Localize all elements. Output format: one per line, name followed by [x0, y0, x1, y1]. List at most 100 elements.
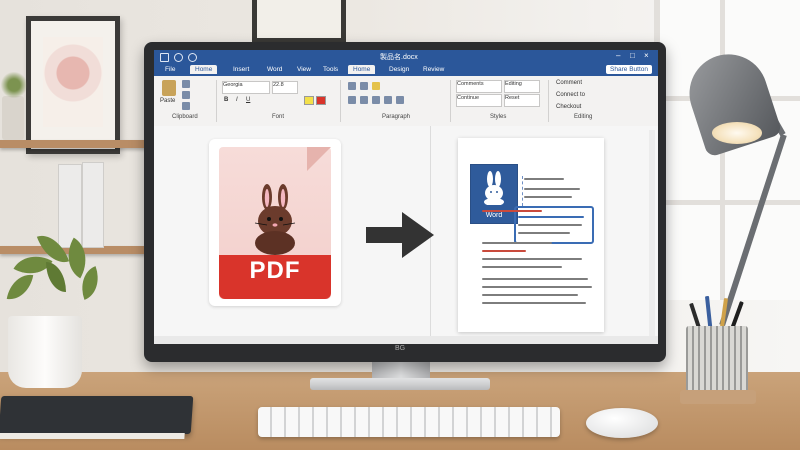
- italic-button[interactable]: I: [236, 97, 238, 103]
- plant-pot: [8, 316, 82, 388]
- group-label-font: Font: [272, 114, 285, 120]
- font-name-select[interactable]: Georgia: [222, 81, 270, 94]
- group-label-editing: Editing: [574, 114, 593, 120]
- editing-connect[interactable]: Connect to: [556, 92, 585, 98]
- ribbon-separator: [548, 80, 549, 122]
- text-line: [482, 286, 592, 288]
- ribbon-separator: [340, 80, 341, 122]
- text-line: [482, 266, 562, 268]
- monitor-screen: 製品名.docx – □ × File Home Insert Word Vie…: [154, 50, 658, 344]
- redo-icon[interactable]: [188, 53, 197, 62]
- keyboard: [258, 407, 560, 437]
- paste-label[interactable]: Paste: [160, 98, 175, 104]
- font-size-select[interactable]: 22.8: [272, 81, 298, 94]
- align-center-icon[interactable]: [360, 96, 368, 104]
- maximize-icon[interactable]: □: [630, 51, 635, 60]
- share-button[interactable]: Share Button: [606, 65, 652, 74]
- small-pot: [2, 96, 24, 140]
- text-line: [518, 232, 570, 234]
- potted-plant: [2, 226, 114, 322]
- ribbon-separator: [450, 80, 451, 122]
- mouse: [586, 408, 658, 438]
- wall-picture-frame: [26, 16, 120, 154]
- tab-tools[interactable]: Tools: [318, 65, 343, 74]
- tab-design[interactable]: Design: [384, 65, 414, 74]
- text-line: [482, 294, 578, 296]
- group-label-paragraph: Paragraph: [382, 114, 411, 120]
- ribbon: Paste Clipboard Georgia 22.8 B I U Font: [154, 76, 658, 127]
- pdf-label: PDF: [249, 257, 301, 284]
- pdf-file-icon: PDF: [209, 139, 341, 306]
- convert-arrow-icon: [366, 212, 434, 258]
- editing-checkout[interactable]: Checkout: [556, 104, 581, 110]
- shading-icon[interactable]: [372, 82, 380, 90]
- word-tile-label: Word: [485, 212, 503, 219]
- undo-icon[interactable]: [174, 53, 183, 62]
- ribbon-tabs: File Home Insert Word View Tools Home De…: [154, 64, 658, 76]
- pencil-cup: [686, 326, 748, 398]
- bold-button[interactable]: B: [224, 97, 228, 103]
- small-plant: [0, 70, 28, 100]
- text-line-red: [482, 210, 542, 212]
- tab-insert[interactable]: Insert: [228, 65, 254, 74]
- lamp-bulb: [712, 122, 762, 144]
- status-bar: [154, 336, 658, 344]
- text-line: [518, 224, 582, 226]
- word-logo-tile: Word: [470, 164, 518, 224]
- line-spacing-icon[interactable]: [396, 96, 404, 104]
- justify-icon[interactable]: [384, 96, 392, 104]
- text-line: [482, 302, 586, 304]
- bunny-mascot-icon: [254, 184, 296, 255]
- close-icon[interactable]: ×: [644, 51, 649, 60]
- bullets-icon[interactable]: [348, 82, 356, 90]
- wall-shelf-upper: [0, 140, 148, 148]
- group-label-styles: Styles: [490, 114, 507, 120]
- cup-base: [680, 390, 756, 404]
- tab-file[interactable]: File: [160, 65, 180, 74]
- highlight-color-icon[interactable]: [304, 96, 314, 105]
- text-line: [482, 242, 552, 244]
- bunny-icon: [484, 171, 504, 205]
- minimize-icon[interactable]: –: [616, 51, 620, 60]
- word-titlebar: 製品名.docx – □ ×: [154, 50, 658, 64]
- monitor-logo: BG: [395, 345, 406, 352]
- pdf-sheet: PDF: [219, 147, 331, 299]
- tab-home-2[interactable]: Home: [348, 65, 376, 74]
- wall-picture-frame-top: [252, 0, 346, 43]
- style-editing[interactable]: Editing: [504, 80, 540, 93]
- align-left-icon[interactable]: [348, 96, 356, 104]
- photo-scene: BG 製品名.docx – □ × File Home Insert Word …: [0, 0, 800, 450]
- font-color-icon[interactable]: [316, 96, 326, 105]
- copy-icon[interactable]: [182, 91, 190, 99]
- text-line-red: [482, 250, 526, 252]
- monitor-stand-base: [310, 378, 490, 390]
- underline-button[interactable]: U: [246, 97, 250, 103]
- save-icon[interactable]: [160, 53, 169, 62]
- style-continue[interactable]: Continue: [456, 94, 502, 107]
- group-label-clipboard: Clipboard: [172, 114, 198, 120]
- notebook: [0, 396, 194, 439]
- tab-home[interactable]: Home: [190, 65, 218, 74]
- cut-icon[interactable]: [182, 80, 190, 88]
- document-title: 製品名.docx: [380, 54, 418, 61]
- format-painter-icon[interactable]: [182, 102, 190, 110]
- tab-word[interactable]: Word: [262, 65, 287, 74]
- tab-view[interactable]: View: [292, 65, 316, 74]
- paste-icon[interactable]: [162, 80, 176, 96]
- text-line: [524, 188, 580, 190]
- text-line: [482, 258, 582, 260]
- text-line: [482, 278, 588, 280]
- tab-review[interactable]: Review: [418, 65, 449, 74]
- align-right-icon[interactable]: [372, 96, 380, 104]
- text-line: [524, 196, 572, 198]
- word-document-page: Word: [458, 138, 604, 332]
- text-line: [524, 178, 564, 180]
- ribbon-separator: [216, 80, 217, 122]
- style-reset[interactable]: Reset: [504, 94, 540, 107]
- pdf-page-fold: [307, 147, 331, 171]
- vertical-scrollbar[interactable]: [649, 130, 655, 340]
- style-comments[interactable]: Comments: [456, 80, 502, 93]
- guide-line: [522, 176, 523, 206]
- editing-comment[interactable]: Comment: [556, 80, 582, 86]
- numbering-icon[interactable]: [360, 82, 368, 90]
